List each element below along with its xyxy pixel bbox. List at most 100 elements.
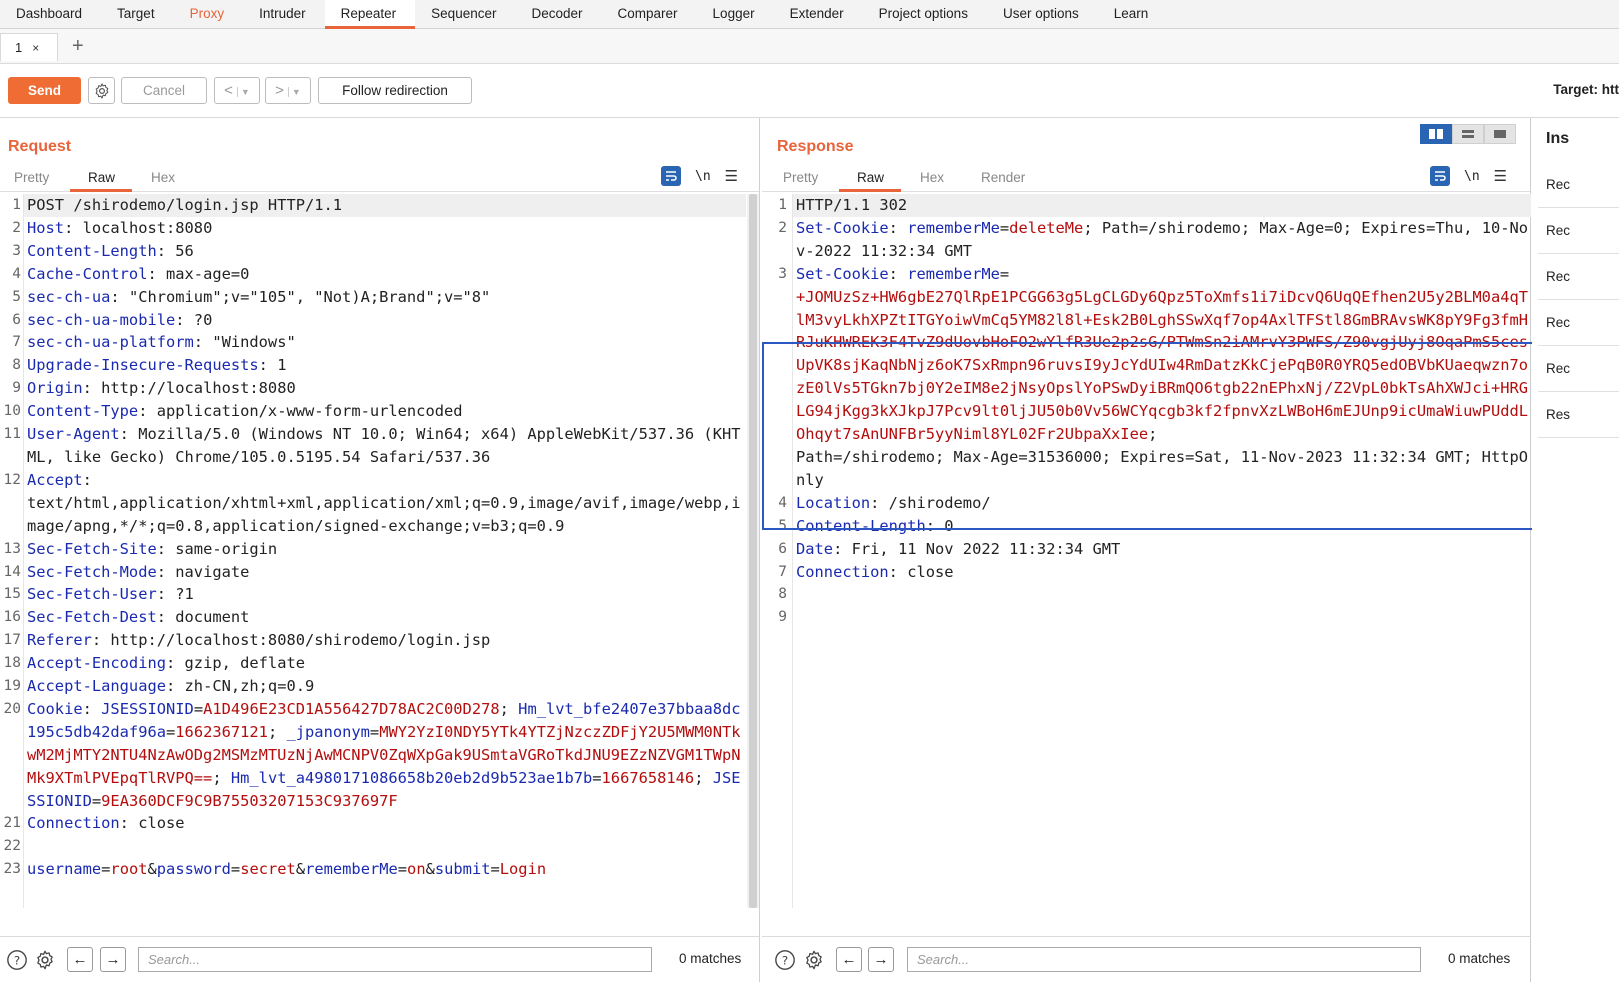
header-key: Content-Type bbox=[27, 402, 139, 421]
menu-project-options[interactable]: Project options bbox=[863, 0, 987, 28]
plain-text: = bbox=[193, 699, 204, 718]
code-text: Sec-Fetch-Dest: document bbox=[24, 606, 746, 629]
scrollbar-thumb[interactable] bbox=[749, 194, 757, 908]
line-number: 7 bbox=[12, 334, 21, 351]
code-line: 7 Connection: close bbox=[762, 561, 1531, 584]
gear-icon[interactable] bbox=[33, 948, 57, 972]
history-forward-button[interactable]: > ▼ bbox=[265, 77, 311, 104]
param-value: 1667658146 bbox=[601, 768, 695, 787]
next-match-button[interactable]: → bbox=[868, 947, 894, 972]
plain-text: : navigate bbox=[156, 562, 250, 581]
dropdown-arrow-icon[interactable]: ▼ bbox=[287, 87, 301, 97]
line-number: 6 bbox=[12, 311, 21, 328]
inspector-item[interactable]: Rec bbox=[1538, 208, 1619, 254]
cancel-button[interactable]: Cancel bbox=[121, 77, 207, 104]
previous-match-button[interactable]: ← bbox=[67, 947, 93, 972]
send-button[interactable]: Send bbox=[8, 77, 81, 104]
inspector-item[interactable]: Rec bbox=[1538, 346, 1619, 392]
header-key: Origin bbox=[27, 379, 83, 398]
word-wrap-icon[interactable] bbox=[1430, 166, 1450, 186]
menu-repeater[interactable]: Repeater bbox=[324, 0, 416, 29]
add-tab-icon[interactable]: + bbox=[72, 35, 84, 57]
code-text: POST /shirodemo/login.jsp HTTP/1.1 bbox=[24, 194, 746, 217]
response-editor[interactable]: 1 HTTP/1.1 302 2 Set-Cookie: rememberMe=del… bbox=[762, 194, 1537, 908]
inspector-item[interactable]: Rec bbox=[1538, 254, 1619, 300]
menu-extender[interactable]: Extender bbox=[774, 0, 863, 28]
repeater-tab-1[interactable]: 1 × bbox=[0, 33, 58, 61]
tab-request-raw[interactable]: Raw bbox=[88, 170, 115, 185]
code-line: 23 username=root&password=secret&remember… bbox=[0, 858, 746, 881]
request-scrollbar[interactable] bbox=[747, 194, 759, 908]
gear-icon[interactable] bbox=[802, 948, 826, 972]
menu-user-options[interactable]: User options bbox=[987, 0, 1098, 28]
close-icon[interactable]: × bbox=[32, 41, 39, 55]
plain-text: : bbox=[82, 699, 102, 718]
menu-decoder[interactable]: Decoder bbox=[515, 0, 601, 28]
newline-toggle-icon[interactable]: \n bbox=[1464, 169, 1480, 184]
tab-response-render[interactable]: Render bbox=[981, 170, 1025, 185]
menu-sequencer[interactable]: Sequencer bbox=[415, 0, 515, 28]
arrow-right-icon: → bbox=[105, 951, 121, 968]
code-text: sec-ch-ua: "Chromium";v="105", "Not)A;Br… bbox=[24, 286, 746, 309]
tab-response-hex[interactable]: Hex bbox=[920, 170, 944, 185]
header-key: Connection bbox=[796, 562, 889, 581]
inspector-item[interactable]: Rec bbox=[1538, 162, 1619, 208]
tab-request-pretty[interactable]: Pretty bbox=[14, 170, 49, 185]
previous-match-button[interactable]: ← bbox=[836, 947, 862, 972]
hamburger-menu-icon[interactable]: ☰ bbox=[725, 167, 738, 185]
menu-proxy[interactable]: Proxy bbox=[174, 0, 244, 28]
svg-text:?: ? bbox=[782, 954, 788, 968]
tab-response-raw[interactable]: Raw bbox=[857, 170, 884, 185]
menu-learn[interactable]: Learn bbox=[1098, 0, 1168, 28]
header-key: username bbox=[27, 860, 102, 879]
code-text: sec-ch-ua-mobile: ?0 bbox=[24, 309, 746, 332]
header-key: sec-ch-ua-mobile bbox=[27, 310, 176, 329]
request-panel: Request Pretty Raw Hex \n ☰ 1 POST /shiro… bbox=[0, 118, 760, 982]
line-number: 2 bbox=[778, 219, 787, 236]
request-editor[interactable]: 1 POST /shirodemo/login.jsp HTTP/1.1 2 Host… bbox=[0, 194, 746, 908]
target-label[interactable]: Target: htt bbox=[1553, 82, 1619, 97]
plain-text: : http://localhost:8080/shirodemo/login.… bbox=[91, 631, 491, 650]
help-icon[interactable]: ? bbox=[773, 948, 797, 972]
code-line: 1 HTTP/1.1 302 bbox=[762, 194, 1531, 217]
menu-target[interactable]: Target bbox=[101, 0, 174, 28]
menu-comparer[interactable]: Comparer bbox=[602, 0, 697, 28]
newline-toggle-icon[interactable]: \n bbox=[695, 169, 711, 184]
response-search-input[interactable]: Search... bbox=[907, 947, 1421, 972]
send-settings-button[interactable] bbox=[88, 77, 115, 104]
inspector-panel: Ins Rec Rec Rec Rec Rec Res bbox=[1532, 118, 1619, 982]
param-value: root bbox=[110, 860, 148, 879]
layout-tabbed-button[interactable] bbox=[1484, 124, 1516, 144]
inspector-title: Ins bbox=[1546, 130, 1570, 147]
gear-icon bbox=[95, 82, 108, 99]
inspector-item[interactable]: Res bbox=[1538, 392, 1619, 438]
plain-text: : http://localhost:8080 bbox=[82, 379, 296, 398]
word-wrap-icon[interactable] bbox=[661, 166, 681, 186]
next-match-button[interactable]: → bbox=[100, 947, 126, 972]
param-value: secret bbox=[240, 860, 296, 879]
hamburger-menu-icon[interactable]: ☰ bbox=[1494, 167, 1507, 185]
dropdown-arrow-icon[interactable]: ▼ bbox=[236, 87, 250, 97]
request-search-input[interactable]: Search... bbox=[138, 947, 652, 972]
menu-dashboard[interactable]: Dashboard bbox=[0, 0, 101, 28]
follow-redirection-button[interactable]: Follow redirection bbox=[318, 77, 472, 104]
layout-stacked-button[interactable] bbox=[1452, 124, 1484, 144]
inspector-item[interactable]: Rec bbox=[1538, 300, 1619, 346]
layout-side-by-side-button[interactable] bbox=[1420, 124, 1452, 144]
line-number: 8 bbox=[12, 357, 21, 374]
menu-logger[interactable]: Logger bbox=[697, 0, 774, 28]
history-back-button[interactable]: < ▼ bbox=[214, 77, 260, 104]
code-text: Content-Length: 56 bbox=[24, 240, 746, 263]
plain-text: : document bbox=[156, 608, 250, 627]
tab-request-hex[interactable]: Hex bbox=[151, 170, 175, 185]
code-text: Set-Cookie: rememberMe=deleteMe; Path=/s… bbox=[793, 217, 1531, 263]
line-number: 11 bbox=[3, 426, 21, 443]
line-number: 16 bbox=[3, 609, 21, 626]
header-key: Referer bbox=[27, 631, 92, 650]
code-text: Connection: close bbox=[793, 561, 1531, 584]
response-view-tabs: Pretty Raw Hex Render bbox=[762, 166, 1530, 192]
help-icon[interactable]: ? bbox=[5, 948, 29, 972]
single-pane-icon bbox=[1494, 130, 1506, 138]
tab-response-pretty[interactable]: Pretty bbox=[783, 170, 818, 185]
menu-intruder[interactable]: Intruder bbox=[243, 0, 325, 28]
